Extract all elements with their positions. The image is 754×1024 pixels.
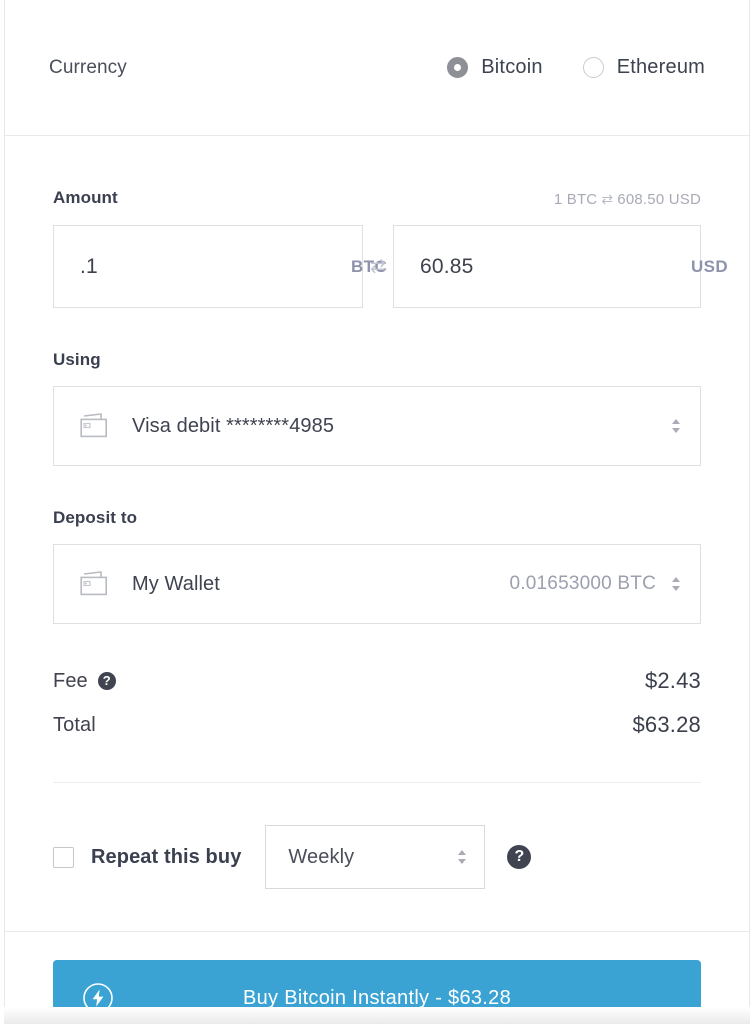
currency-radio-group: Bitcoin Ethereum (447, 56, 705, 79)
buy-crypto-card: Currency Bitcoin Ethereum Amount 1 BTC ⇄ 6… (4, 0, 750, 1024)
currency-section: Currency Bitcoin Ethereum (5, 0, 749, 136)
radio-option-bitcoin[interactable]: Bitcoin (447, 56, 542, 79)
crypto-amount-input[interactable] (80, 254, 351, 279)
deposit-to-header: Deposit to (53, 508, 701, 528)
repeat-frequency-stepper-icon[interactable] (456, 844, 468, 870)
radio-bitcoin-label: Bitcoin (481, 56, 543, 78)
deposit-wallet-select[interactable]: My Wallet 0.01653000 BTC (53, 544, 701, 624)
payment-method-stepper-icon[interactable] (670, 413, 682, 439)
wallet-icon (80, 571, 110, 597)
repeat-frequency-value: Weekly (288, 845, 355, 868)
payment-method-value: Visa debit ********4985 (132, 414, 335, 437)
fee-help-icon[interactable]: ? (97, 672, 116, 690)
exchange-rate-right: 608.50 USD (617, 191, 701, 208)
wallet-icon (80, 413, 110, 439)
card-bottom-shadow (4, 1007, 750, 1024)
total-amount: $63.28 (632, 712, 701, 737)
repeat-frequency-select[interactable]: Weekly (265, 825, 486, 889)
total-label: Total (53, 713, 96, 736)
exchange-rate-left: 1 BTC (553, 191, 598, 208)
total-row: Total $63.28 (53, 712, 701, 738)
radio-ethereum-indicator[interactable] (582, 57, 604, 78)
deposit-wallet-stepper-icon[interactable] (670, 571, 682, 597)
form-body: Amount 1 BTC⇄608.50 USD BTC ⇄ USD Using (5, 188, 749, 931)
fiat-unit-label: USD (691, 256, 729, 276)
repeat-buy-checkbox[interactable] (53, 846, 74, 868)
fee-label: Fee (53, 669, 88, 692)
exchange-rate: 1 BTC ⇄ 608.50 USD (554, 191, 701, 208)
repeat-buy-row: Repeat this buy Weekly ? (53, 825, 701, 931)
amount-label: Amount (53, 188, 118, 207)
using-label: Using (53, 350, 101, 369)
fee-row: Fee ? $2.43 (53, 668, 701, 694)
exchange-rate-swap-icon: ⇄ (601, 191, 614, 207)
deposit-to-label: Deposit to (53, 508, 138, 527)
radio-option-ethereum[interactable]: Ethereum (582, 56, 705, 79)
fiat-amount-box[interactable]: USD (393, 225, 728, 308)
radio-bitcoin-indicator[interactable] (447, 57, 469, 78)
amount-inputs-row: BTC ⇄ USD (53, 225, 728, 308)
fee-label-group: Fee ? (53, 670, 116, 693)
using-header: Using (53, 350, 701, 370)
crypto-amount-box[interactable]: BTC (53, 225, 387, 308)
amount-header: Amount 1 BTC ⇄ 608.50 USD (53, 188, 701, 208)
currency-label: Currency (49, 56, 127, 78)
repeat-buy-help-icon[interactable]: ? (507, 845, 532, 869)
buy-crypto-page: Currency Bitcoin Ethereum Amount 1 BTC ⇄ 6… (0, 0, 754, 1024)
payment-method-select[interactable]: Visa debit ********4985 (53, 386, 701, 466)
fiat-amount-input[interactable] (420, 254, 691, 279)
fee-amount: $2.43 (644, 668, 701, 693)
summary-divider (53, 782, 701, 783)
deposit-wallet-value: My Wallet (132, 572, 220, 595)
radio-ethereum-label: Ethereum (616, 56, 705, 78)
repeat-buy-label: Repeat this buy (91, 845, 242, 868)
deposit-wallet-balance: 0.01653000 BTC (509, 573, 656, 594)
amount-swap-icon[interactable]: ⇄ (363, 225, 393, 308)
